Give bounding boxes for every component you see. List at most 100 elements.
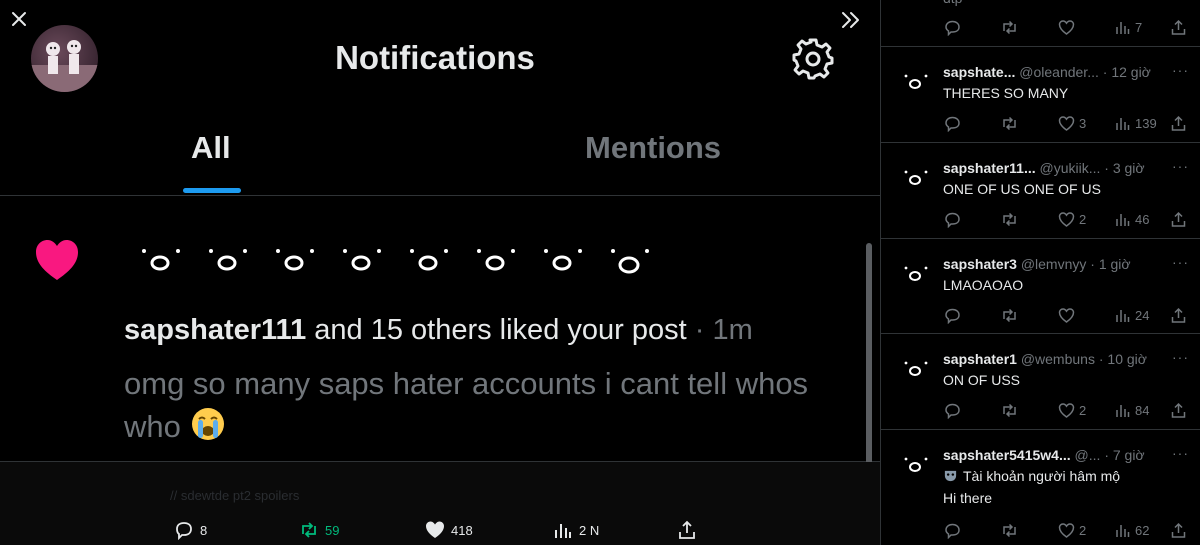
like-button[interactable]: 2 <box>1058 211 1086 228</box>
reply-author[interactable]: sapshater3 @lemvnyy · 1 giờ <box>943 256 1131 272</box>
share-icon <box>1171 522 1186 538</box>
repost-button[interactable]: 59 <box>299 520 339 540</box>
reply-handle[interactable]: @wembuns <box>1021 351 1095 367</box>
analytics-icon <box>1116 310 1130 322</box>
tab-mentions[interactable]: Mentions <box>585 130 721 166</box>
view-count: 46 <box>1135 212 1150 227</box>
reply-row[interactable]: sapshate... @oleander... · 12 giờ ··· THER… <box>881 47 1200 143</box>
more-options-icon[interactable]: ··· <box>1172 254 1189 270</box>
more-options-icon[interactable]: ··· <box>1172 445 1189 461</box>
views-button[interactable]: 2 N <box>553 520 599 540</box>
views-button[interactable]: 139 <box>1114 115 1157 132</box>
reply-button[interactable] <box>944 115 961 132</box>
reply-actions: 3 139 <box>881 115 1200 135</box>
share-button[interactable] <box>1170 19 1187 36</box>
reply-button[interactable] <box>944 402 961 419</box>
like-button[interactable]: 2 <box>1058 522 1086 539</box>
liked-post-preview[interactable]: omg so many saps hater accounts i cant t… <box>124 362 864 448</box>
liker-avatar[interactable] <box>475 246 542 278</box>
share-button[interactable] <box>1170 211 1187 228</box>
reply-time[interactable]: · 10 giờ <box>1099 351 1147 367</box>
share-button[interactable] <box>677 520 697 540</box>
share-button[interactable] <box>1170 115 1187 132</box>
reply-avatar[interactable] <box>903 168 929 188</box>
like-button[interactable]: 2 <box>1058 402 1086 419</box>
reply-time[interactable]: · 3 giờ <box>1104 160 1144 176</box>
close-icon[interactable] <box>10 10 28 28</box>
reply-author[interactable]: sapshater1 @wembuns · 10 giờ <box>943 351 1147 367</box>
reply-row[interactable]: sapshater3 @lemvnyy · 1 giờ ··· LMAOAOAO 24 <box>881 239 1200 334</box>
liker-avatar[interactable] <box>274 246 341 278</box>
reply-display-name[interactable]: sapshater5415w4... <box>943 447 1071 463</box>
reply-handle[interactable]: @... <box>1075 447 1101 463</box>
reply-avatar[interactable] <box>903 264 929 284</box>
like-button[interactable] <box>1058 19 1075 36</box>
repost-button[interactable] <box>1001 522 1018 539</box>
reply-avatar[interactable] <box>903 455 929 475</box>
notification-time: · 1m <box>686 314 753 346</box>
reply-avatar[interactable] <box>903 359 929 379</box>
analytics-icon <box>1116 525 1130 537</box>
reply-handle[interactable]: @lemvnyy <box>1021 256 1087 272</box>
analytics-icon <box>1116 214 1130 226</box>
notification-user[interactable]: sapshater111 <box>124 314 306 346</box>
expand-icon[interactable] <box>840 10 862 30</box>
reply-handle[interactable]: @oleander... <box>1019 64 1099 80</box>
liker-avatar[interactable] <box>140 246 207 278</box>
share-button[interactable] <box>1170 307 1187 324</box>
reply-icon <box>945 212 960 228</box>
repost-button[interactable] <box>1001 307 1018 324</box>
more-options-icon[interactable]: ··· <box>1172 158 1189 174</box>
like-count: 418 <box>451 522 473 538</box>
reply-time[interactable]: · 7 giờ <box>1104 447 1144 463</box>
repost-button[interactable] <box>1001 19 1018 36</box>
reply-button[interactable] <box>944 307 961 324</box>
reply-display-name[interactable]: sapshater3 <box>943 256 1017 272</box>
more-options-icon[interactable]: ··· <box>1172 349 1189 365</box>
views-button[interactable]: 24 <box>1114 307 1149 324</box>
reply-time[interactable]: · 1 giờ <box>1090 256 1130 272</box>
like-button[interactable]: 3 <box>1058 115 1086 132</box>
liker-avatar[interactable] <box>542 246 609 278</box>
share-button[interactable] <box>1170 402 1187 419</box>
more-options-icon[interactable]: ··· <box>1172 62 1189 78</box>
gear-icon[interactable] <box>791 37 835 81</box>
reply-button[interactable] <box>944 522 961 539</box>
views-button[interactable]: 7 <box>1114 19 1142 36</box>
liker-avatar[interactable] <box>341 246 408 278</box>
share-button[interactable] <box>1170 522 1187 539</box>
reply-text: LMAOAOAO <box>943 277 1024 293</box>
reply-row[interactable]: sapshater1 @wembuns · 10 giờ ··· ON OF USS… <box>881 334 1200 430</box>
repost-button[interactable] <box>1001 115 1018 132</box>
reply-row[interactable]: sapshater11... @yukiik... · 3 giờ ··· ONE … <box>881 143 1200 239</box>
reply-button[interactable]: 8 <box>174 520 207 540</box>
reply-time[interactable]: · 12 giờ <box>1103 64 1151 80</box>
views-button[interactable]: 46 <box>1114 211 1149 228</box>
reply-avatar[interactable] <box>903 72 929 92</box>
repost-button[interactable] <box>1001 211 1018 228</box>
reply-author[interactable]: sapshater11... @yukiik... · 3 giờ <box>943 160 1145 176</box>
views-button[interactable]: 62 <box>1114 522 1149 539</box>
tab-all[interactable]: All <box>191 130 231 166</box>
reply-display-name[interactable]: sapshater1 <box>943 351 1017 367</box>
view-count: 24 <box>1135 308 1150 323</box>
reply-display-name[interactable]: sapshater11... <box>943 160 1036 176</box>
reply-button[interactable] <box>944 211 961 228</box>
views-button[interactable]: 84 <box>1114 402 1149 419</box>
liker-avatar[interactable] <box>408 246 475 278</box>
like-button[interactable]: 418 <box>425 520 473 540</box>
like-button[interactable] <box>1058 307 1079 324</box>
reply-author[interactable]: sapshater5415w4... @... · 7 giờ <box>943 447 1145 463</box>
reply-button[interactable] <box>944 19 961 36</box>
reply-author[interactable]: sapshate... @oleander... · 12 giờ <box>943 64 1151 80</box>
reply-row[interactable]: dtp 7 <box>881 0 1200 47</box>
scrollbar[interactable] <box>866 243 872 491</box>
reply-display-name[interactable]: sapshate... <box>943 64 1015 80</box>
reply-text: Hi there <box>943 490 993 506</box>
reply-row[interactable]: sapshater5415w4... @... · 7 giờ ··· Tài kh… <box>881 430 1200 545</box>
liker-avatar[interactable] <box>207 246 274 278</box>
liker-avatar[interactable] <box>609 246 676 278</box>
repost-button[interactable] <box>1001 402 1018 419</box>
reply-handle[interactable]: @yukiik... <box>1040 160 1101 176</box>
notification-text[interactable]: sapshater111 and 15 others liked your po… <box>124 314 753 347</box>
